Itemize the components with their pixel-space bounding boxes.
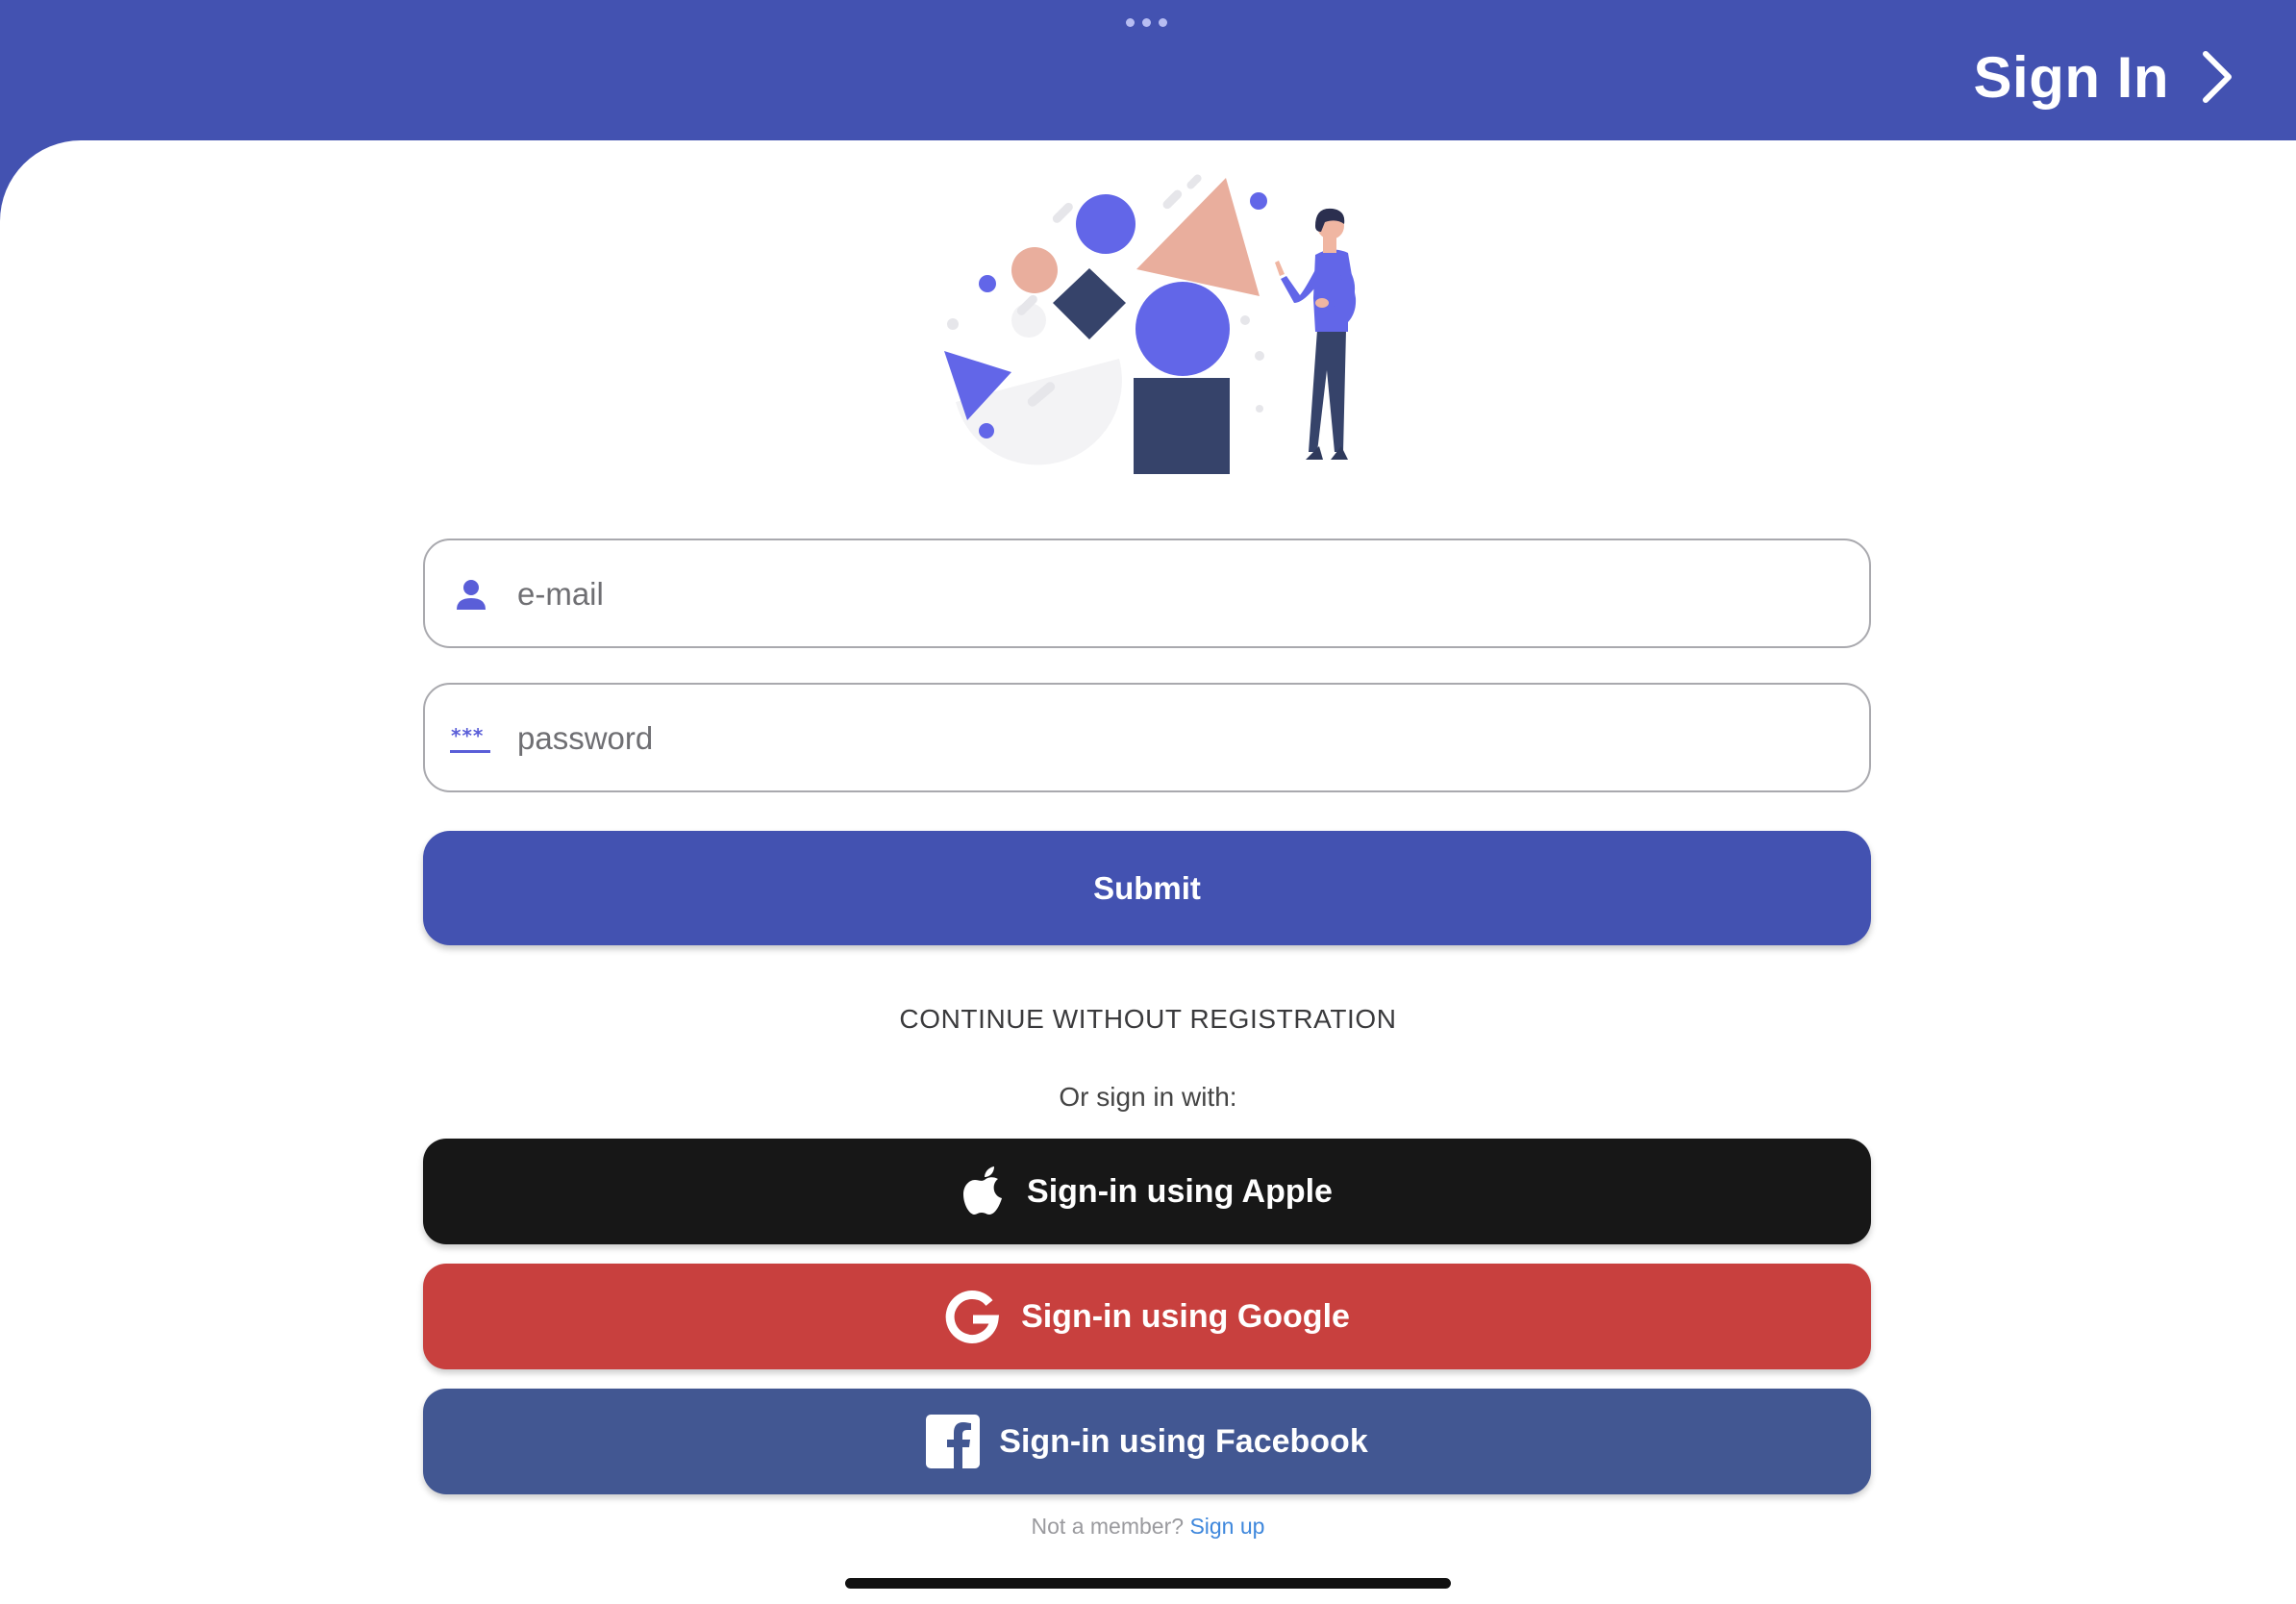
not-a-member-text: Not a member? (1031, 1514, 1190, 1539)
dash-shape (1052, 202, 1073, 223)
sign-in-google-button[interactable]: Sign-in using Google (423, 1264, 1871, 1369)
purple-dot-shape (979, 275, 996, 292)
dot-shape (1256, 405, 1263, 413)
sign-in-header-button[interactable]: Sign In (1974, 38, 2236, 115)
person-with-shapes-illustration (944, 174, 1357, 474)
sign-in-facebook-button[interactable]: Sign-in using Facebook (423, 1389, 1871, 1494)
peach-circle-shape (1011, 247, 1058, 293)
purple-big-circle-shape (1136, 282, 1230, 376)
sign-in-apple-label: Sign-in using Apple (1027, 1172, 1333, 1210)
password-icon: *** (450, 724, 490, 753)
ellipsis-icon[interactable] (1126, 18, 1167, 27)
signup-prompt: Not a member? Sign up (0, 1514, 2296, 1540)
peach-triangle-shape (1136, 178, 1260, 296)
top-bar: Sign In (0, 0, 2296, 141)
google-icon (945, 1291, 1000, 1343)
purple-dot-shape (1250, 192, 1267, 210)
facebook-icon (926, 1415, 981, 1468)
dot-shape (947, 318, 959, 330)
person-figure (1275, 208, 1357, 460)
email-input[interactable] (515, 540, 1846, 648)
navy-square-shape (1134, 378, 1230, 474)
purple-dot-shape (979, 423, 994, 439)
svg-text:***: *** (451, 724, 484, 747)
sign-in-facebook-label: Sign-in using Facebook (999, 1422, 1368, 1460)
dot-shape (1255, 351, 1264, 361)
sign-in-google-label: Sign-in using Google (1021, 1297, 1350, 1335)
password-input[interactable] (515, 685, 1846, 792)
email-field[interactable] (423, 539, 1871, 648)
home-indicator (845, 1578, 1451, 1589)
chevron-right-icon (2203, 51, 2232, 103)
user-icon (457, 580, 486, 610)
dash-shape (1186, 174, 1202, 189)
apple-icon (963, 1166, 1003, 1215)
dot-shape (1240, 315, 1250, 325)
navy-diamond-shape (1053, 268, 1126, 339)
submit-button[interactable]: Submit (423, 831, 1871, 945)
continue-without-registration-link[interactable]: CONTINUE WITHOUT REGISTRATION (0, 1004, 2296, 1035)
or-sign-in-with-label: Or sign in with: (1059, 1082, 1237, 1112)
purple-circle-shape (1076, 194, 1136, 254)
page-title: Sign In (1973, 44, 2169, 110)
dash-shape (1162, 189, 1183, 210)
password-field[interactable]: *** (423, 683, 1871, 792)
sign-in-apple-button[interactable]: Sign-in using Apple (423, 1139, 1871, 1244)
sign-up-link[interactable]: Sign up (1189, 1514, 1264, 1539)
